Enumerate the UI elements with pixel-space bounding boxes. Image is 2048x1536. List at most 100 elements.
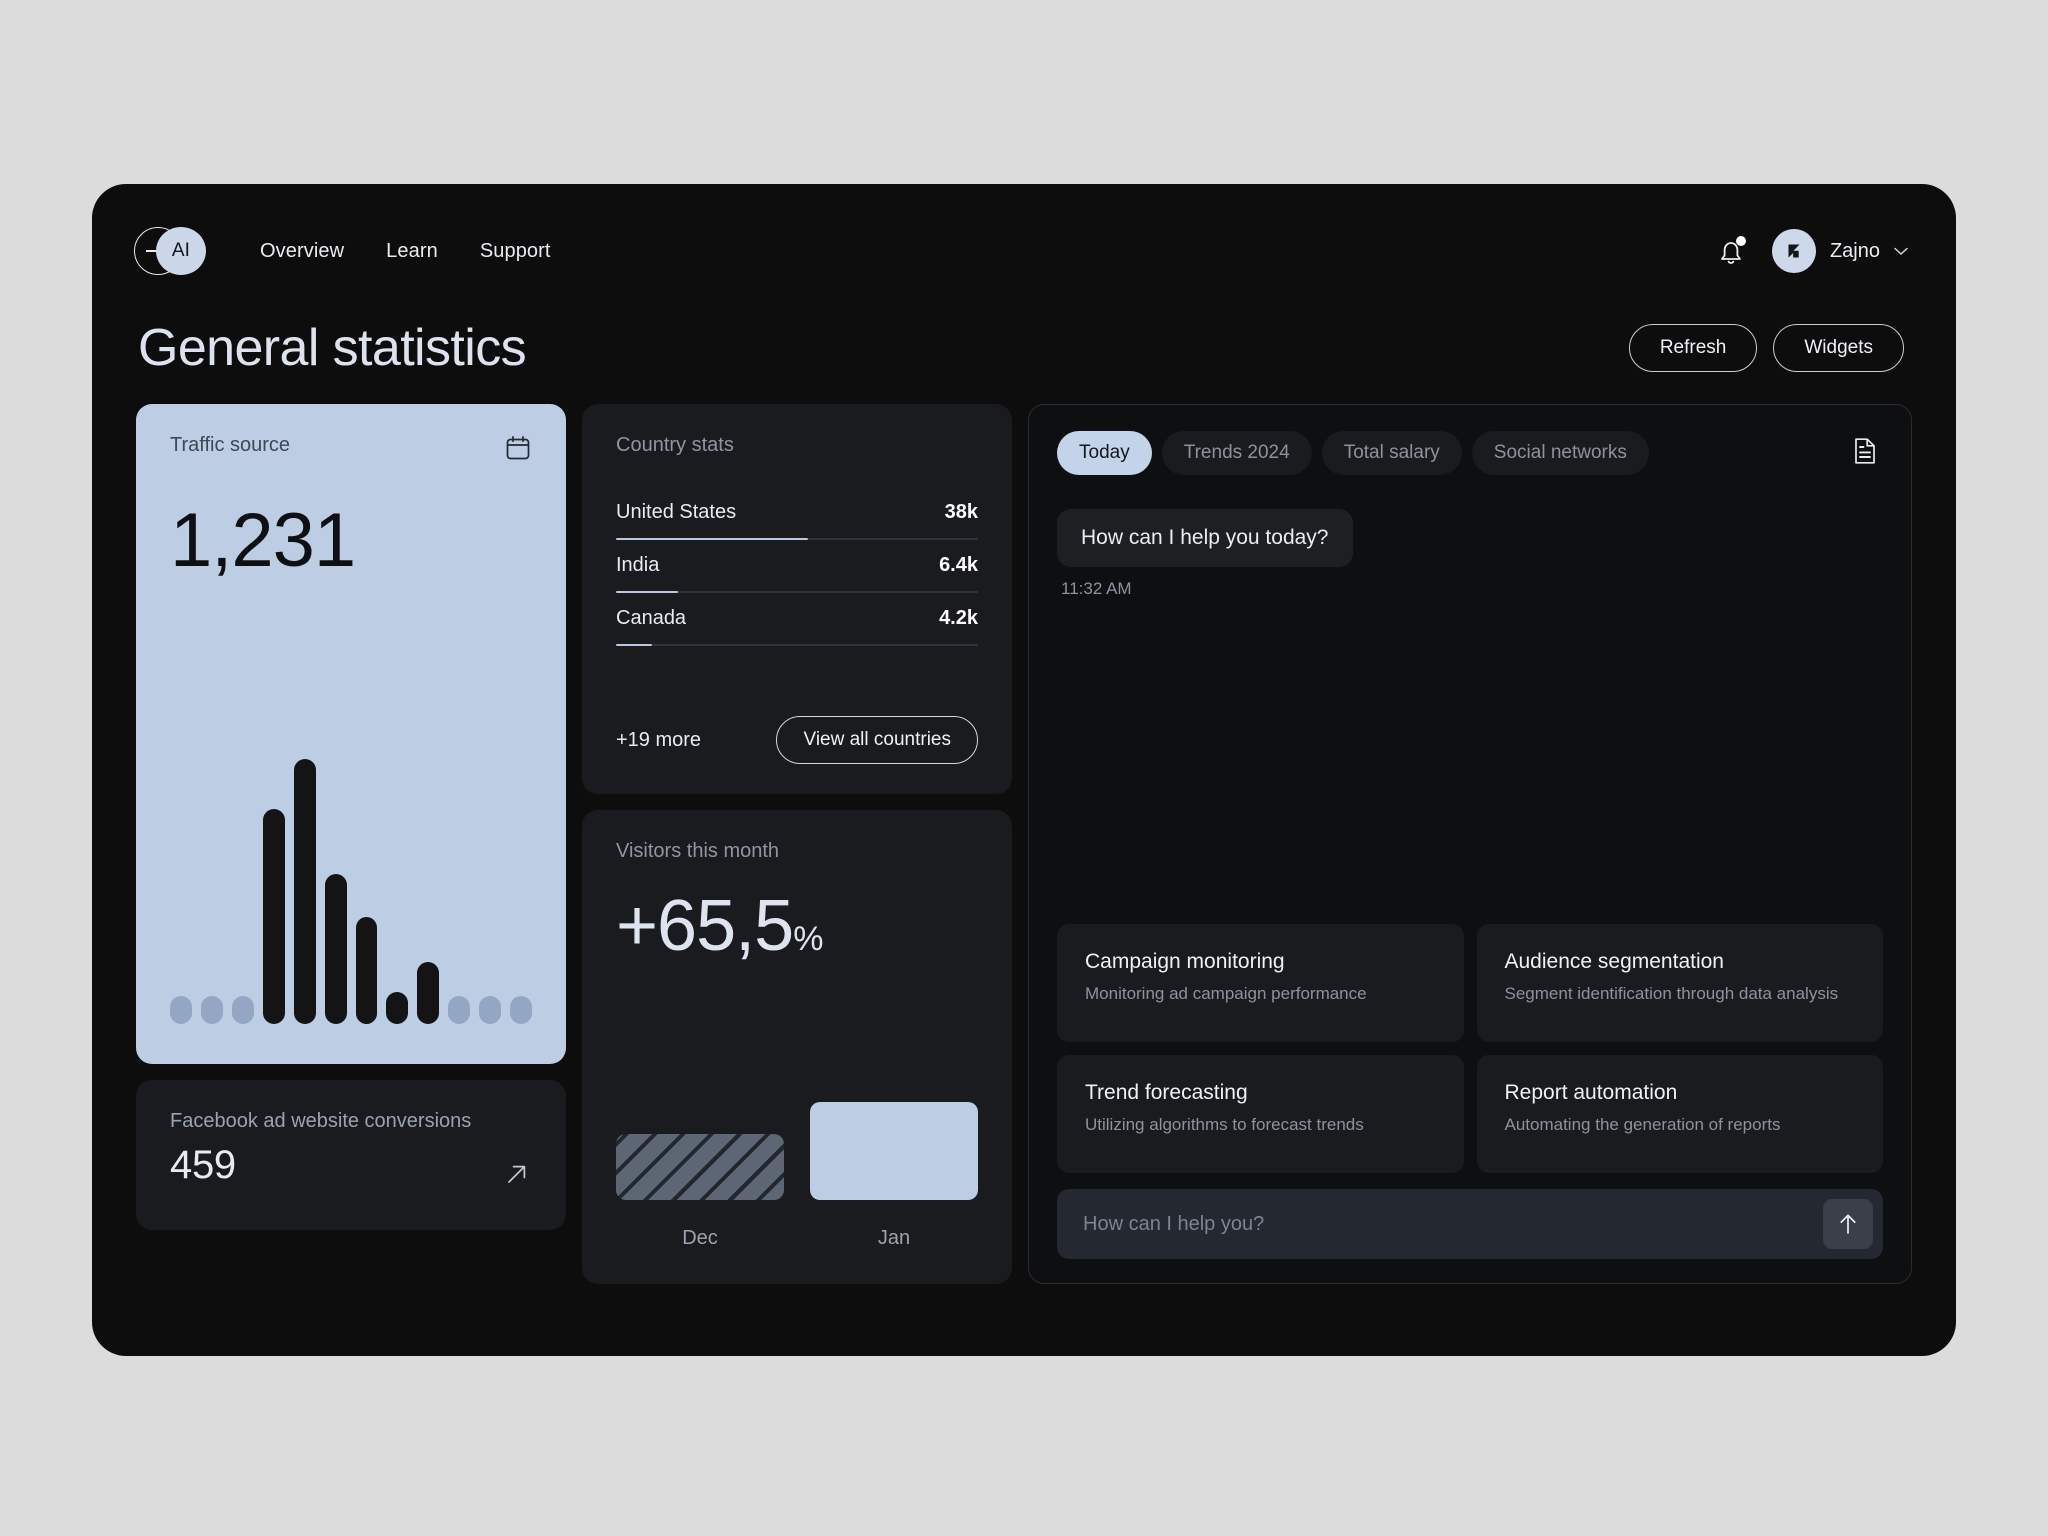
tab-total-salary[interactable]: Total salary — [1321, 431, 1462, 475]
traffic-bar-chart — [170, 694, 533, 1024]
bar-placeholder — [510, 996, 533, 1024]
page-actions: Refresh Widgets — [1628, 324, 1910, 372]
assistant-message: How can I help you today? — [1057, 509, 1353, 567]
traffic-source-label: Traffic source — [170, 434, 291, 456]
widgets-button[interactable]: Widgets — [1773, 324, 1904, 372]
visitors-axis-labels: Dec Jan — [616, 1227, 978, 1250]
country-stats-label: Country stats — [616, 434, 734, 456]
dashboard-grid: Traffic source 1,231 Facebook ad website… — [134, 404, 1914, 1284]
country-name: India — [616, 554, 660, 576]
refresh-button[interactable]: Refresh — [1628, 324, 1758, 372]
assistant-panel: Today Trends 2024 Total salary Social ne… — [1028, 404, 1912, 1284]
notification-dot — [1735, 236, 1746, 246]
suggestion-title: Trend forecasting — [1085, 1081, 1248, 1104]
country-progress-fill — [616, 538, 808, 540]
country-more-label: +19 more — [616, 728, 702, 751]
page-header: General statistics Refresh Widgets — [134, 294, 1914, 390]
country-name: Canada — [616, 607, 687, 629]
suggestion-card-report-automation[interactable]: Report automation Automating the generat… — [1476, 1055, 1883, 1173]
axis-label-jan: Jan — [877, 1227, 911, 1249]
country-progress-track — [616, 591, 978, 593]
bar-dec — [616, 1134, 784, 1200]
facebook-conversions-label: Facebook ad website conversions — [170, 1110, 472, 1132]
visitors-card: Visitors this month +65,5% Dec Jan — [582, 810, 1012, 1284]
app-logo[interactable]: AI — [134, 227, 208, 275]
app-window: AI Overview Learn Support Zajno General … — [92, 184, 1956, 1356]
axis-label-dec: Dec — [682, 1227, 718, 1249]
chevron-down-icon — [1894, 247, 1908, 255]
suggestion-card-trend-forecasting[interactable]: Trend forecasting Utilizing algorithms t… — [1057, 1055, 1464, 1173]
suggestion-desc: Segment identification through data anal… — [1504, 984, 1839, 1003]
country-progress-track — [616, 538, 978, 540]
calendar-icon[interactable] — [504, 434, 532, 467]
bar-placeholder — [200, 996, 223, 1024]
suggestion-desc: Utilizing algorithms to forecast trends — [1085, 1115, 1364, 1134]
facebook-conversions-value: 459 — [170, 1143, 236, 1187]
bar — [293, 759, 316, 1024]
top-navbar: AI Overview Learn Support Zajno — [134, 184, 1914, 294]
column-left: Traffic source 1,231 Facebook ad website… — [136, 404, 566, 1284]
suggestion-desc: Automating the generation of reports — [1504, 1115, 1781, 1134]
bar-jan — [810, 1102, 978, 1200]
chat-input[interactable] — [1083, 1212, 1823, 1236]
country-name: United States — [616, 501, 737, 523]
suggestion-title: Campaign monitoring — [1085, 950, 1285, 973]
country-progress-track — [616, 644, 978, 646]
visitors-number: +65,5 — [616, 886, 794, 966]
nav-links: Overview Learn Support — [260, 240, 551, 263]
country-progress-fill — [616, 644, 653, 646]
traffic-source-header: Traffic source — [170, 434, 532, 467]
logo-ai-label: AI — [156, 227, 206, 275]
visitors-value: +65,5% — [616, 885, 978, 967]
screen: AI Overview Learn Support Zajno General … — [0, 0, 2048, 1536]
bar-placeholder — [448, 996, 471, 1024]
column-right: Today Trends 2024 Total salary Social ne… — [1028, 404, 1912, 1284]
country-progress-fill — [616, 591, 678, 593]
bar — [262, 809, 285, 1024]
notifications-bell-icon[interactable] — [1716, 235, 1746, 267]
visitors-unit: % — [793, 920, 824, 958]
country-value: 6.4k — [939, 554, 978, 576]
country-stats-card: Country stats United States 38k India 6.… — [582, 404, 1012, 794]
country-row: India 6.4k — [616, 540, 978, 593]
country-stats-rows: United States 38k India 6.4k Canada 4.2k — [616, 487, 978, 646]
traffic-source-card: Traffic source 1,231 — [136, 404, 566, 1064]
facebook-conversions-card[interactable]: Facebook ad website conversions 459 — [136, 1080, 566, 1230]
top-right-actions: Zajno — [1716, 229, 1914, 273]
arrow-up-icon — [1840, 1214, 1856, 1234]
tab-today[interactable]: Today — [1057, 431, 1152, 475]
bar-placeholder — [479, 996, 502, 1024]
country-stats-footer: +19 more View all countries — [616, 716, 978, 764]
document-icon[interactable] — [1851, 436, 1883, 471]
nav-link-overview[interactable]: Overview — [260, 240, 344, 263]
bar-placeholder — [231, 996, 254, 1024]
user-menu[interactable]: Zajno — [1771, 229, 1908, 273]
suggestion-grid: Campaign monitoring Monitoring ad campai… — [1057, 924, 1883, 1173]
tab-trends-2024[interactable]: Trends 2024 — [1161, 431, 1312, 475]
avatar — [1771, 229, 1816, 273]
page-title: General statistics — [138, 319, 527, 377]
arrow-up-right-icon[interactable] — [502, 1159, 532, 1194]
nav-link-support[interactable]: Support — [480, 240, 551, 263]
country-value: 38k — [944, 501, 978, 523]
suggestion-card-audience-segmentation[interactable]: Audience segmentation Segment identifica… — [1476, 924, 1883, 1042]
message-list: How can I help you today? 11:32 AM — [1057, 475, 1883, 599]
chat-composer — [1057, 1189, 1883, 1259]
bar — [324, 874, 347, 1024]
country-row: Canada 4.2k — [616, 593, 978, 646]
tab-social-networks[interactable]: Social networks — [1471, 431, 1649, 475]
bar — [386, 992, 409, 1024]
visitors-bar-chart — [616, 1080, 978, 1200]
suggestion-card-campaign-monitoring[interactable]: Campaign monitoring Monitoring ad campai… — [1057, 924, 1464, 1042]
view-all-countries-button[interactable]: View all countries — [776, 716, 978, 764]
assistant-tabs: Today Trends 2024 Total salary Social ne… — [1057, 431, 1883, 475]
nav-link-learn[interactable]: Learn — [386, 240, 438, 263]
bar — [417, 962, 440, 1024]
suggestion-title: Audience segmentation — [1504, 950, 1725, 973]
suggestion-desc: Monitoring ad campaign performance — [1085, 984, 1367, 1003]
send-button[interactable] — [1823, 1199, 1873, 1249]
column-middle: Country stats United States 38k India 6.… — [582, 404, 1012, 1284]
suggestion-title: Report automation — [1504, 1081, 1678, 1104]
visitors-label: Visitors this month — [616, 840, 780, 862]
traffic-source-value: 1,231 — [170, 498, 356, 583]
